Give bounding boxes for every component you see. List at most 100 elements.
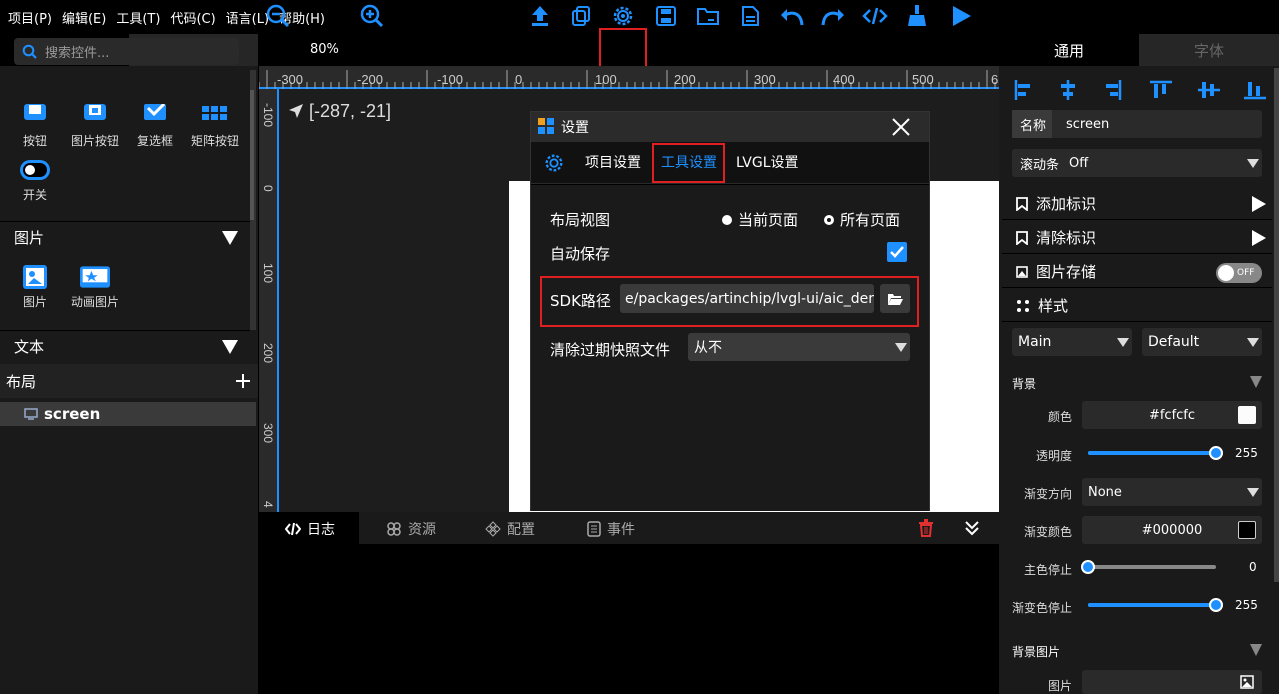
chevron-down-icon	[1117, 338, 1129, 347]
widget-image-button[interactable]: 图片按钮	[65, 104, 125, 149]
align-top-icon[interactable]	[1150, 80, 1172, 98]
tab-label: 日志	[307, 522, 335, 538]
align-vcenter-icon[interactable]	[1198, 82, 1220, 98]
undo-icon	[781, 9, 804, 26]
dialog-title: 设置	[561, 120, 589, 136]
tab-config[interactable]: 配置	[485, 519, 535, 539]
open-folder-button[interactable]	[695, 4, 721, 28]
search-input[interactable]: 搜索控件...	[14, 38, 239, 65]
add-icon[interactable]	[236, 374, 250, 388]
autosave-label: 自动保存	[550, 245, 611, 263]
image-icon	[1240, 675, 1254, 689]
tab-general[interactable]: 通用	[999, 34, 1139, 66]
clear-mark-row[interactable]: 清除标识	[1002, 222, 1272, 254]
gradient-stop-value: 255	[1235, 598, 1258, 612]
highlight-tool-settings-tab	[652, 143, 725, 183]
radio-current-page[interactable]: 当前页面	[722, 209, 798, 230]
color-field[interactable]: #fcfcfc	[1082, 401, 1262, 429]
widget-button[interactable]: 按钮	[5, 104, 65, 149]
menu-project[interactable]: 项目(P)	[4, 8, 56, 27]
right-tabs: 通用 字体	[999, 34, 1279, 66]
new-file-button[interactable]	[737, 4, 763, 28]
zoom-in-icon	[360, 4, 384, 28]
tab-events[interactable]: 事件	[587, 519, 635, 539]
style-title: 样式	[1038, 297, 1069, 315]
collapse-icon[interactable]	[1250, 376, 1262, 388]
autosave-checkbox[interactable]	[887, 242, 907, 262]
widget-matrix-button[interactable]: 矩阵按钮	[185, 104, 245, 149]
section-text[interactable]: 文本	[0, 330, 250, 362]
radio-all-pages[interactable]: 所有页面	[824, 209, 900, 230]
run-button[interactable]	[948, 4, 974, 28]
part-select[interactable]: Main	[1012, 328, 1132, 356]
image-icon	[23, 265, 47, 289]
tab-resources[interactable]: 资源	[386, 519, 436, 539]
dots-icon	[1017, 299, 1029, 312]
widget-image[interactable]: 图片	[5, 265, 65, 310]
align-right-icon[interactable]	[1106, 80, 1122, 100]
tab-font[interactable]: 字体	[1139, 34, 1279, 66]
right-scrollbar[interactable]	[1274, 68, 1279, 582]
left-scrollbar-thumb[interactable]	[250, 90, 254, 220]
clean-button[interactable]	[904, 4, 930, 28]
chevron-down-icon	[895, 343, 907, 352]
align-left-icon[interactable]	[1014, 80, 1030, 100]
animation-image-icon	[80, 266, 110, 288]
align-hcenter-icon[interactable]	[1061, 80, 1075, 100]
gradient-color-field[interactable]: #000000	[1082, 516, 1262, 544]
ruler-label: 200	[674, 72, 696, 87]
close-icon[interactable]	[891, 117, 911, 137]
redo-icon	[821, 9, 844, 26]
color-swatch[interactable]	[1238, 521, 1256, 539]
opacity-value: 255	[1235, 446, 1258, 460]
tab-log[interactable]: 日志	[285, 519, 335, 539]
background-image-section-title: 背景图片	[1012, 645, 1061, 659]
widget-animation-image[interactable]: 动画图片	[65, 265, 125, 310]
dialog-tabs: 项目设置 工具设置 LVGL设置	[531, 142, 929, 184]
tree-item-screen[interactable]: screen	[0, 402, 256, 426]
opacity-slider[interactable]	[1088, 446, 1223, 460]
section-image[interactable]: 图片	[0, 221, 250, 253]
scrollbar-select[interactable]: 滚动条 Off	[1012, 149, 1262, 177]
tab-project-settings[interactable]: 项目设置	[585, 152, 641, 172]
tab-lvgl-settings[interactable]: LVGL设置	[736, 152, 799, 172]
clear-snapshot-select[interactable]: 从不	[688, 333, 910, 361]
menu-edit[interactable]: 编辑(E)	[58, 8, 110, 27]
menu-code[interactable]: 代码(C)	[166, 8, 219, 27]
save-button[interactable]	[653, 4, 679, 28]
upload-button[interactable]	[527, 4, 553, 28]
widget-checkbox[interactable]: 复选框	[125, 104, 185, 149]
state-select[interactable]: Default	[1142, 328, 1262, 356]
gradient-stop-slider[interactable]	[1088, 598, 1223, 612]
align-bottom-icon[interactable]	[1244, 82, 1266, 100]
menu-tools[interactable]: 工具(T)	[112, 8, 164, 27]
code-button[interactable]	[862, 4, 888, 28]
ruler-label: -100	[261, 103, 275, 128]
trash-icon[interactable]	[918, 519, 934, 537]
gradient-direction-select[interactable]: None	[1082, 478, 1262, 506]
redo-button[interactable]	[820, 4, 846, 28]
zoom-in-button[interactable]	[359, 4, 385, 28]
name-field[interactable]: 名称 screen	[1012, 110, 1262, 138]
image-label: 图片	[1048, 679, 1073, 693]
main-stop-slider[interactable]	[1081, 560, 1216, 574]
add-mark-row[interactable]: 添加标识	[1002, 188, 1272, 220]
widget-label: 复选框	[136, 134, 173, 148]
ruler-label: 100	[261, 263, 275, 284]
color-swatch[interactable]	[1238, 406, 1256, 424]
slider-knob[interactable]	[1081, 560, 1095, 574]
collapse-icon[interactable]	[1250, 644, 1262, 656]
tab-label: 事件	[607, 522, 635, 538]
background-image-field[interactable]	[1082, 670, 1262, 694]
widget-label: 图片	[22, 295, 47, 309]
slider-knob[interactable]	[1209, 446, 1223, 460]
undo-button[interactable]	[779, 4, 805, 28]
settings-button[interactable]	[610, 4, 636, 28]
double-chevron-down-icon[interactable]	[965, 520, 979, 536]
image-storage-toggle[interactable]: OFF	[1216, 263, 1262, 283]
radio-label: 当前页面	[738, 211, 799, 229]
zoom-out-button[interactable]	[265, 4, 291, 28]
copy-button[interactable]	[568, 4, 594, 28]
slider-knob[interactable]	[1209, 598, 1223, 612]
widget-switch[interactable]: 开关	[5, 158, 65, 203]
